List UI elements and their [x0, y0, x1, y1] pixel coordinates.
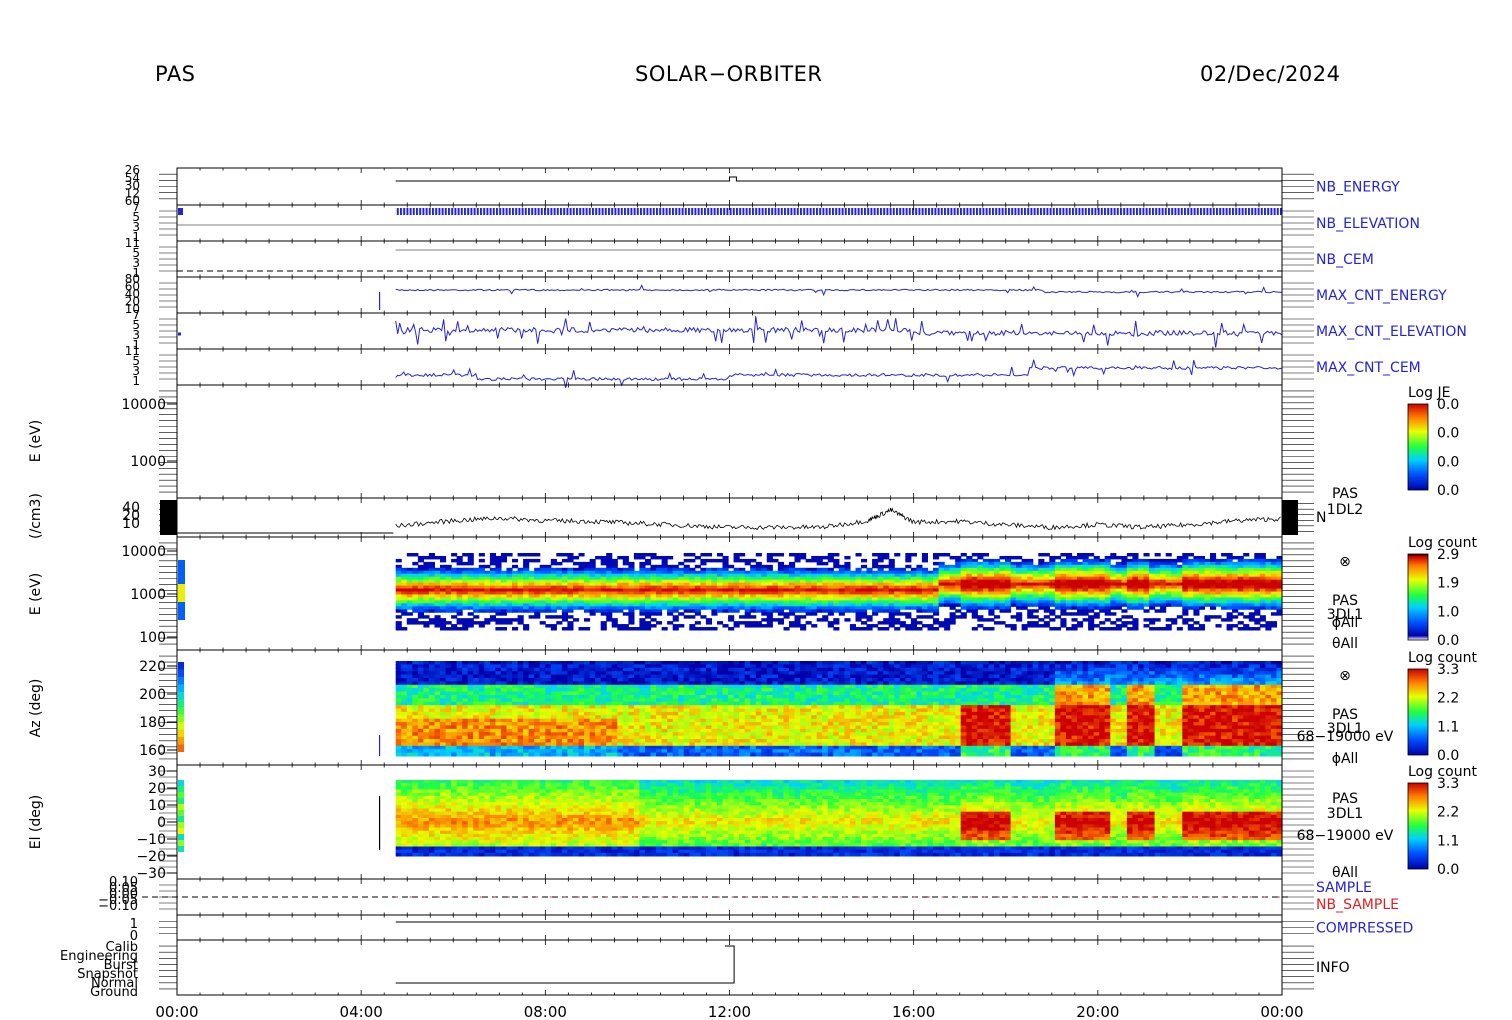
je-y-axis-label: E (eV) — [28, 420, 44, 462]
energy-y-axis-label: E (eV) — [28, 573, 44, 615]
elevation-colorbar-tick: 0.0 — [1437, 862, 1459, 878]
elevation-y-tick-label: 30 — [148, 764, 166, 780]
nb-energy-line — [395, 176, 1282, 182]
elevation-y-axis-label: El (deg) — [28, 795, 44, 850]
nb-elevation-start — [178, 208, 183, 215]
density-frame — [176, 497, 1283, 538]
x-tick-label: 20:00 — [1076, 1003, 1119, 1020]
energy-colorbar — [1407, 553, 1429, 641]
azimuth-y-tick-label: 200 — [139, 687, 166, 703]
nb-sample-label: NB_SAMPLE — [1316, 897, 1399, 913]
info-frame — [176, 939, 1283, 996]
x-tick-label: 16:00 — [892, 1003, 935, 1020]
x-tick-label: 08:00 — [524, 1003, 567, 1020]
max-cnt-elevation-frame — [176, 312, 1283, 350]
x-tick-label: 04:00 — [340, 1003, 383, 1020]
elevation-y-tick-label: −10 — [136, 832, 166, 848]
elevation-y-tick-label: 10 — [148, 798, 166, 814]
density-label: N — [1316, 510, 1326, 526]
density-y-tick-label: 10 — [122, 516, 140, 532]
x-tick-label: 00:00 — [155, 1003, 198, 1020]
elevation-y-tick-label: 20 — [148, 781, 166, 797]
energy-side-label: θAll — [1332, 636, 1358, 652]
je-colorbar-tick: 0.0 — [1437, 397, 1459, 413]
azimuth-side-label: ⊗ — [1339, 668, 1351, 684]
azimuth-y-axis-label: Az (deg) — [28, 679, 44, 738]
max-cnt-energy-frame — [176, 276, 1283, 314]
elevation-spectrogram-cells — [395, 780, 1283, 857]
azimuth-colorbar-tick: 3.3 — [1437, 662, 1459, 678]
max-cnt-cem-frame — [176, 348, 1283, 386]
energy-y-tick-label: 100 — [139, 630, 166, 646]
elevation-side-label: PAS — [1332, 791, 1358, 807]
azimuth-colorbar-tick: 2.2 — [1437, 691, 1459, 707]
energy-colorbar-tick: 1.9 — [1437, 576, 1459, 592]
azimuth-y-tick-label: 220 — [139, 659, 166, 675]
elevation-colorbar-tick: 1.1 — [1437, 833, 1459, 849]
nb-elevation-bars — [395, 208, 1283, 215]
density-trace — [395, 507, 1281, 531]
max-cnt-energy-label: MAX_CNT_ENERGY — [1316, 288, 1447, 304]
info-y-tick-label: Ground — [90, 985, 138, 1000]
energy-spectrogram-cells — [395, 553, 1283, 631]
max-cnt-cem-label: MAX_CNT_CEM — [1316, 360, 1421, 376]
je-spectrogram-frame — [176, 384, 1283, 499]
info-label: INFO — [1316, 960, 1350, 976]
azimuth-side-label: 68−19000 eV — [1297, 729, 1394, 745]
compressed-label: COMPRESSED — [1316, 921, 1413, 937]
max-cnt-elevation-label: MAX_CNT_ELEVATION — [1316, 324, 1467, 340]
hk-tick-label: 1 — [132, 374, 140, 388]
elevation-side-label: 68−19000 eV — [1297, 828, 1394, 844]
max-cnt-elevation-trace — [395, 316, 1283, 348]
energy-side-label: ϕAll — [1332, 615, 1359, 631]
azimuth-colorbar-tick: 1.1 — [1437, 719, 1459, 735]
nb-elevation-label: NB_ELEVATION — [1316, 216, 1420, 232]
nb-energy-label: NB_ENERGY — [1316, 180, 1400, 196]
je-colorbar-tick: 0.0 — [1437, 483, 1459, 499]
azimuth-colorbar — [1407, 668, 1429, 756]
x-tick-label: 00:00 — [1260, 1003, 1303, 1020]
je-y-tick-label: 1000 — [130, 454, 166, 470]
elevation-y-tick-label: 0 — [157, 815, 166, 831]
azimuth-y-tick-label: 180 — [139, 715, 166, 731]
azimuth-side-label: ϕAll — [1332, 751, 1359, 767]
density-y-axis-label: (/cm3) — [28, 493, 44, 539]
energy-side-label: ⊗ — [1339, 554, 1351, 570]
x-tick-label: 12:00 — [708, 1003, 751, 1020]
elevation-side-label: 3DL1 — [1327, 806, 1363, 822]
nb-cem-frame — [176, 240, 1283, 278]
summary-plot: 00:00 04:00 08:00 12:00 16:00 20:00 00:00 NB_EN… — [28, 163, 1477, 1020]
max-cnt-energy-trace — [395, 284, 1282, 299]
nb-cem-label: NB_CEM — [1316, 252, 1374, 268]
elevation-colorbar-tick: 3.3 — [1437, 776, 1459, 792]
elevation-side-label: θAll — [1332, 865, 1358, 881]
nb-energy-frame — [176, 167, 1283, 206]
je-y-tick-label: 10000 — [121, 397, 166, 413]
azimuth-colorbar-tick: 0.0 — [1437, 748, 1459, 764]
energy-colorbar-tick: 1.0 — [1437, 604, 1459, 620]
info-trace — [395, 945, 735, 984]
energy-colorbar-tick: 0.0 — [1437, 633, 1459, 649]
density-block-left — [160, 500, 177, 535]
elevation-y-tick-label: −20 — [136, 849, 166, 865]
elevation-y-tick-label: −30 — [136, 866, 166, 882]
je-colorbar-tick: 0.0 — [1437, 454, 1459, 470]
sample-label: SAMPLE — [1316, 880, 1372, 896]
azimuth-y-tick-label: 160 — [139, 743, 166, 759]
energy-y-tick-label: 1000 — [130, 587, 166, 603]
elevation-colorbar-tick: 2.2 — [1437, 805, 1459, 821]
density-side-label: PAS — [1332, 486, 1358, 502]
azimuth-spectrogram-cells — [395, 661, 1283, 757]
energy-colorbar-tick: 2.9 — [1437, 547, 1459, 563]
je-colorbar-tick: 0.0 — [1437, 426, 1459, 442]
max-cnt-cem-trace — [395, 359, 1282, 389]
density-side-label: 1DL2 — [1327, 502, 1363, 518]
elevation-colorbar — [1407, 782, 1429, 870]
je-colorbar — [1407, 403, 1429, 491]
sample-y-tick-label: −0.10 — [98, 899, 138, 914]
energy-y-tick-label: 10000 — [121, 544, 166, 560]
density-block-right — [1282, 500, 1298, 535]
